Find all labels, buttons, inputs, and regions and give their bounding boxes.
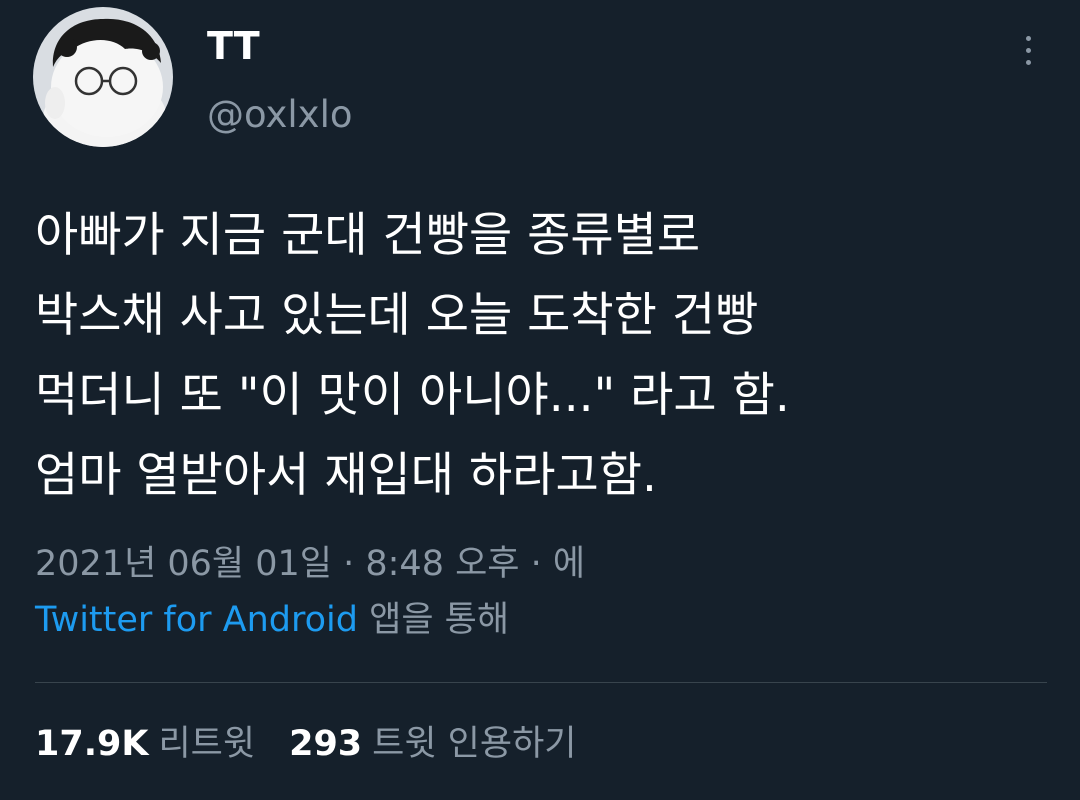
display-name[interactable]: TT — [207, 26, 260, 66]
tweet-text-line: 아빠가 지금 군대 건빵을 종류별로 — [35, 208, 701, 263]
tweet-source: Twitter for Android 앱을 통해 — [35, 598, 509, 642]
tweet-text-line: 엄마 열받아서 재입대 하라고함. — [35, 448, 657, 503]
tweet-text-line: 먹더니 또 "이 맛이 아니야..." 라고 함. — [35, 368, 790, 423]
quotes-count: 293 — [289, 724, 363, 764]
retweets-count: 17.9K — [35, 724, 149, 764]
avatar-image — [33, 7, 173, 147]
quotes-label: 트윗 인용하기 — [372, 724, 577, 764]
retweets-stat[interactable]: 17.9K 리트윗 — [35, 722, 255, 766]
tweet-timestamp: 2021년 06월 01일 · 8:48 오후 · 에 — [35, 544, 586, 584]
source-app-link[interactable]: Twitter for Android — [35, 600, 358, 640]
retweets-label: 리트윗 — [158, 724, 256, 764]
user-handle[interactable]: @oxlxlo — [207, 94, 353, 136]
divider — [35, 682, 1047, 683]
avatar[interactable] — [33, 7, 173, 147]
tweet-stats: 17.9K 리트윗 293 트윗 인용하기 — [35, 722, 576, 766]
more-vertical-icon-dot — [1025, 47, 1031, 53]
tweet-text-line: 박스채 사고 있는데 오늘 도착한 건빵 — [35, 288, 759, 343]
tweet-text: 아빠가 지금 군대 건빵을 종류별로 박스채 사고 있는데 오늘 도착한 건빵 … — [35, 196, 1045, 516]
more-vertical-icon — [1025, 35, 1031, 41]
source-suffix: 앱을 통해 — [358, 600, 510, 640]
quotes-stat[interactable]: 293 트윗 인용하기 — [289, 722, 576, 766]
more-vertical-icon-dot — [1025, 59, 1031, 65]
more-options-button[interactable] — [1010, 30, 1046, 70]
